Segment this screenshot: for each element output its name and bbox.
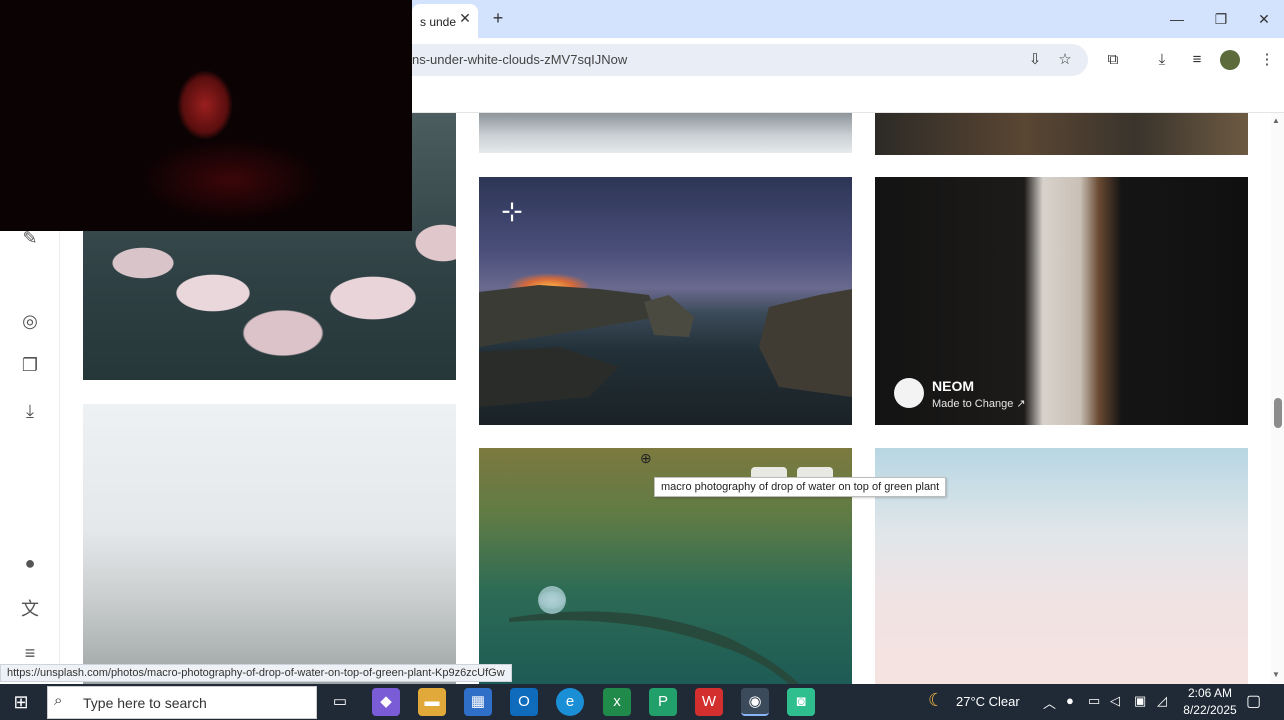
translate-icon[interactable]: 文 [18,597,42,621]
notification-icon[interactable]: ▢ [1246,691,1261,711]
address-url[interactable]: ns-under-white-clouds-zMV7sqIJNow [412,52,627,67]
webcam-overlay [0,0,412,231]
search-placeholder[interactable]: Type here to search [83,695,207,711]
android-icon[interactable]: ◙ [787,688,815,716]
edge-icon[interactable]: e [556,688,584,716]
battery-icon[interactable]: ▭ [1088,693,1100,709]
search-icon: ⌕ [54,692,63,709]
clock-date[interactable]: 8/22/2025 [1180,703,1240,717]
maximize-button[interactable]: ❐ [1206,6,1236,32]
tab-title: s unde [420,15,457,29]
task-view-icon[interactable]: ▭ [326,688,354,716]
photo-neom-cave[interactable] [875,177,1248,425]
close-window-button[interactable]: ✕ [1249,6,1279,32]
excel-icon[interactable]: x [603,688,631,716]
image-tooltip: macro photography of drop of water on to… [654,477,947,497]
windows-start-icon[interactable]: ⊞ [10,692,32,712]
status-link-preview: https://unsplash.com/photos/macro-photog… [0,664,512,682]
weather-text[interactable]: 27°C Clear [956,694,1020,709]
wps-icon[interactable]: W [695,688,723,716]
download-icon[interactable]: ⤓ [1151,49,1173,71]
neom-logo-icon[interactable] [894,378,924,408]
app-icon[interactable]: P [649,688,677,716]
display-icon[interactable]: ▣ [1134,693,1146,709]
rail-download-icon[interactable]: ⤓ [18,399,42,423]
clock-time[interactable]: 2:06 AM [1185,686,1235,700]
install-icon[interactable]: ⇩ [1024,49,1046,71]
zoom-cursor-icon: ⊕ [640,450,652,466]
menu-icon[interactable]: ⋮ [1256,49,1278,71]
file-explorer-icon[interactable]: ▬ [418,688,446,716]
compass-icon[interactable]: ◎ [18,309,42,333]
new-tab-button[interactable]: + [486,6,510,30]
outlook-icon[interactable]: O [510,688,538,716]
volume-icon[interactable]: ◁ [1110,693,1120,709]
star-icon[interactable]: ☆ [1054,49,1076,71]
profile-icon[interactable] [1220,50,1240,70]
scroll-up-icon[interactable]: ▲ [1272,116,1280,125]
photo-frosted-grass[interactable] [83,404,456,684]
scrollbar-thumb[interactable] [1274,398,1282,428]
wifi-icon[interactable]: ◿ [1157,693,1167,709]
tray-chevron-icon[interactable]: ︿ [1043,693,1056,712]
photo-forest-top[interactable] [875,113,1248,155]
unsplash-plus-icon: ⊹ [501,196,523,226]
store-icon[interactable]: ▦ [464,688,492,716]
hamburger-icon[interactable]: ≡ [18,641,42,665]
photo-milky-way-coast[interactable] [479,177,852,425]
sponsor-tagline[interactable]: Made to Change ↗ [932,397,1026,410]
copilot-icon[interactable]: ◆ [372,688,400,716]
photo-clouds-top[interactable] [479,113,852,153]
sponsor-name[interactable]: NEOM [932,378,974,394]
minimize-button[interactable]: — [1162,6,1192,32]
media-icon[interactable]: ≡ [1186,49,1208,71]
collections-icon[interactable]: ❐ [18,353,42,377]
chrome-icon[interactable]: ◉ [741,688,769,716]
extensions-icon[interactable]: ⧉ [1102,49,1124,71]
user-icon[interactable]: ● [18,551,42,575]
tab-close-icon[interactable]: ✕ [456,8,474,28]
scroll-down-icon[interactable]: ▼ [1272,670,1280,679]
mic-icon[interactable]: ● [1066,693,1074,708]
moon-icon[interactable]: ☾ [928,690,944,711]
